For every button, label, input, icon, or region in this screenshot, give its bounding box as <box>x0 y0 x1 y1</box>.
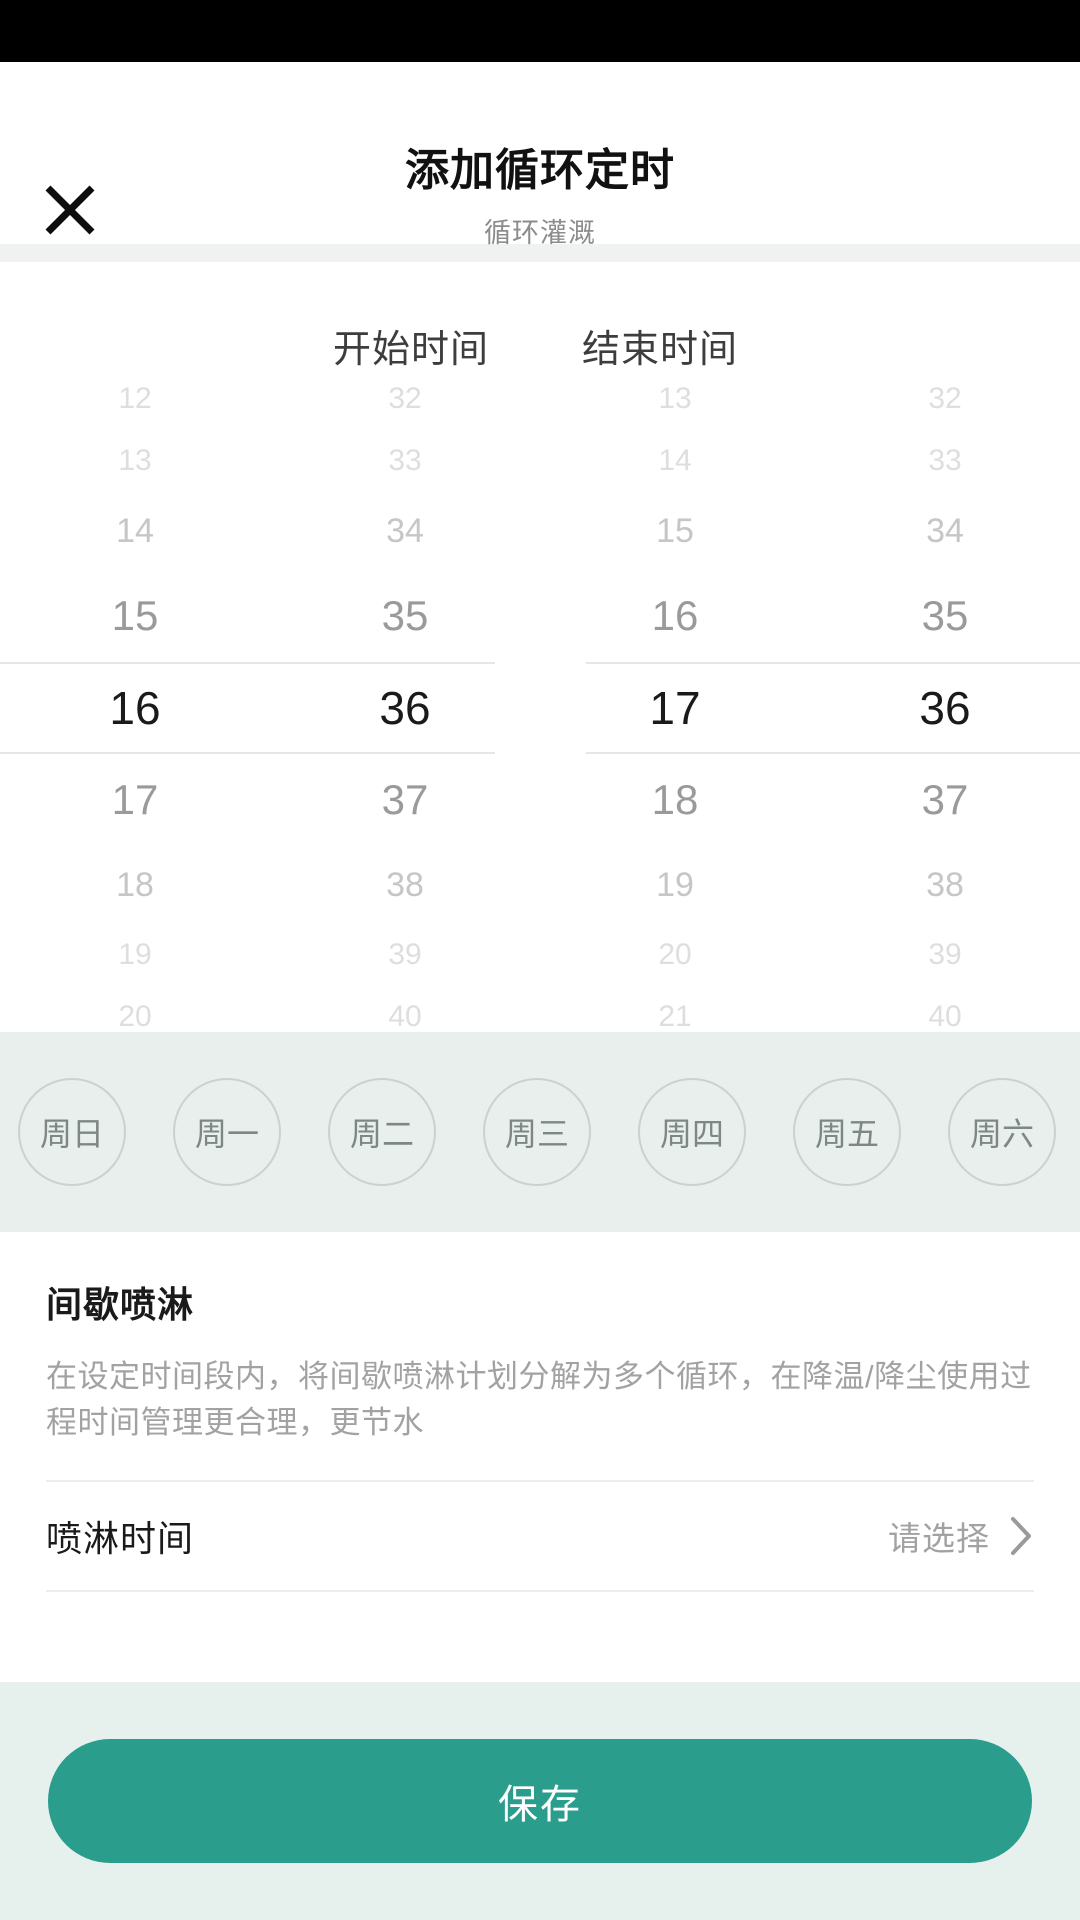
status-bar <box>0 0 1080 62</box>
weekday-chip-5[interactable]: 周五 <box>793 1078 901 1186</box>
end-minute-option[interactable]: 37 <box>810 754 1080 846</box>
end-hour-option[interactable]: 20 <box>540 924 810 986</box>
end-hour-option[interactable]: 15 <box>540 492 810 570</box>
start-time-picker: 12 13 14 15 16 17 18 19 20 32 33 34 35 36 37 38 39 40 <box>0 262 540 1032</box>
weekday-selector: 周日 周一 周二 周三 周四 周五 周六 <box>0 1032 1080 1232</box>
start-minute-option[interactable]: 32 <box>270 368 540 430</box>
spray-section-title: 间歇喷淋 <box>46 1284 195 1325</box>
start-hour-option[interactable]: 14 <box>0 492 270 570</box>
end-hour-option[interactable]: 16 <box>540 570 810 662</box>
end-hour-option[interactable]: 14 <box>540 430 810 492</box>
time-picker-area: 开始时间 结束时间 12 13 14 15 16 17 18 19 20 32 33 34 35 36 3… <box>0 262 1080 1032</box>
start-hour-option[interactable]: 15 <box>0 570 270 662</box>
screen-add-cycle-timer: 添加循环定时 循环灌溉 开始时间 结束时间 12 13 14 15 16 17 18 19 20… <box>0 0 1080 1920</box>
end-minute-option[interactable]: 34 <box>810 492 1080 570</box>
chevron-right-icon <box>1008 1514 1034 1558</box>
start-hour-list: 12 13 14 15 16 17 18 19 20 <box>0 368 270 1032</box>
footer-bar: 保存 <box>0 1682 1080 1920</box>
intermittent-spray-section: 间歇喷淋 在设定时间段内，将间歇喷淋计划分解为多个循环，在降温/降尘使用过程时间… <box>0 1232 1080 1682</box>
start-hour-option[interactable]: 17 <box>0 754 270 846</box>
weekday-chip-label: 周三 <box>504 1116 569 1152</box>
weekday-chip-label: 周一 <box>194 1116 259 1152</box>
end-minute-option[interactable]: 40 <box>810 986 1080 1032</box>
spray-time-value: 请选择 <box>888 1519 990 1557</box>
weekday-chip-label: 周四 <box>659 1116 724 1152</box>
section-divider-bottom <box>46 1589 1034 1592</box>
end-minute-option[interactable]: 39 <box>810 924 1080 986</box>
start-hour-wheel[interactable]: 12 13 14 15 16 17 18 19 20 <box>0 262 270 1032</box>
end-hour-option[interactable]: 19 <box>540 846 810 924</box>
end-hour-option[interactable]: 17 <box>540 662 810 754</box>
start-hour-option[interactable]: 19 <box>0 924 270 986</box>
weekday-chip-1[interactable]: 周一 <box>173 1078 281 1186</box>
start-hour-option[interactable]: 18 <box>0 846 270 924</box>
start-minute-option[interactable]: 40 <box>270 986 540 1032</box>
weekday-chip-4[interactable]: 周四 <box>638 1078 746 1186</box>
end-minute-option[interactable]: 33 <box>810 430 1080 492</box>
start-minute-list: 32 33 34 35 36 37 38 39 40 <box>270 368 540 1032</box>
page-subtitle: 循环灌溉 <box>484 217 596 248</box>
weekday-chip-label: 周六 <box>969 1116 1034 1152</box>
start-minute-option[interactable]: 38 <box>270 846 540 924</box>
weekday-chip-2[interactable]: 周二 <box>328 1078 436 1186</box>
start-minute-option[interactable]: 36 <box>270 662 540 754</box>
end-minute-option[interactable]: 32 <box>810 368 1080 430</box>
spray-time-value-group: 请选择 <box>888 1512 1034 1560</box>
save-button[interactable]: 保存 <box>48 1739 1032 1863</box>
end-time-picker: 13 14 15 16 17 18 19 20 21 32 33 34 35 36 37 38 39 40 <box>540 262 1080 1032</box>
start-minute-option[interactable]: 33 <box>270 430 540 492</box>
start-hour-option[interactable]: 12 <box>0 368 270 430</box>
end-minute-option[interactable]: 36 <box>810 662 1080 754</box>
weekday-chip-6[interactable]: 周六 <box>948 1078 1056 1186</box>
start-minute-option[interactable]: 35 <box>270 570 540 662</box>
start-minute-option[interactable]: 34 <box>270 492 540 570</box>
spray-time-label: 喷淋时间 <box>46 1517 195 1559</box>
close-icon[interactable] <box>34 174 106 246</box>
header-titles: 添加循环定时 循环灌溉 <box>405 62 675 250</box>
picker-columns: 12 13 14 15 16 17 18 19 20 32 33 34 35 36 37 38 39 40 13… <box>0 262 1080 1032</box>
end-hour-option[interactable]: 13 <box>540 368 810 430</box>
page-header: 添加循环定时 循环灌溉 <box>0 62 1080 248</box>
end-minute-option[interactable]: 35 <box>810 570 1080 662</box>
start-hour-option[interactable]: 20 <box>0 986 270 1032</box>
weekday-chip-label: 周五 <box>814 1116 879 1152</box>
weekday-chip-label: 周日 <box>39 1116 104 1152</box>
start-hour-option[interactable]: 13 <box>0 430 270 492</box>
end-minute-list: 32 33 34 35 36 37 38 39 40 <box>810 368 1080 1032</box>
spray-section-description: 在设定时间段内，将间歇喷淋计划分解为多个循环，在降温/降尘使用过程时间管理更合理… <box>46 1359 1032 1440</box>
weekday-chip-0[interactable]: 周日 <box>18 1078 126 1186</box>
start-minute-wheel[interactable]: 32 33 34 35 36 37 38 39 40 <box>270 262 540 1032</box>
end-hour-option[interactable]: 21 <box>540 986 810 1032</box>
spray-time-row[interactable]: 喷淋时间 请选择 <box>46 1482 1034 1590</box>
start-minute-option[interactable]: 39 <box>270 924 540 986</box>
page-title: 添加循环定时 <box>405 146 675 195</box>
end-minute-wheel[interactable]: 32 33 34 35 36 37 38 39 40 <box>810 262 1080 1032</box>
weekday-chip-label: 周二 <box>349 1116 414 1152</box>
end-hour-list: 13 14 15 16 17 18 19 20 21 <box>540 368 810 1032</box>
end-minute-option[interactable]: 38 <box>810 846 1080 924</box>
start-minute-option[interactable]: 37 <box>270 754 540 846</box>
end-hour-option[interactable]: 18 <box>540 754 810 846</box>
start-hour-option[interactable]: 16 <box>0 662 270 754</box>
weekday-chip-3[interactable]: 周三 <box>483 1078 591 1186</box>
end-hour-wheel[interactable]: 13 14 15 16 17 18 19 20 21 <box>540 262 810 1032</box>
